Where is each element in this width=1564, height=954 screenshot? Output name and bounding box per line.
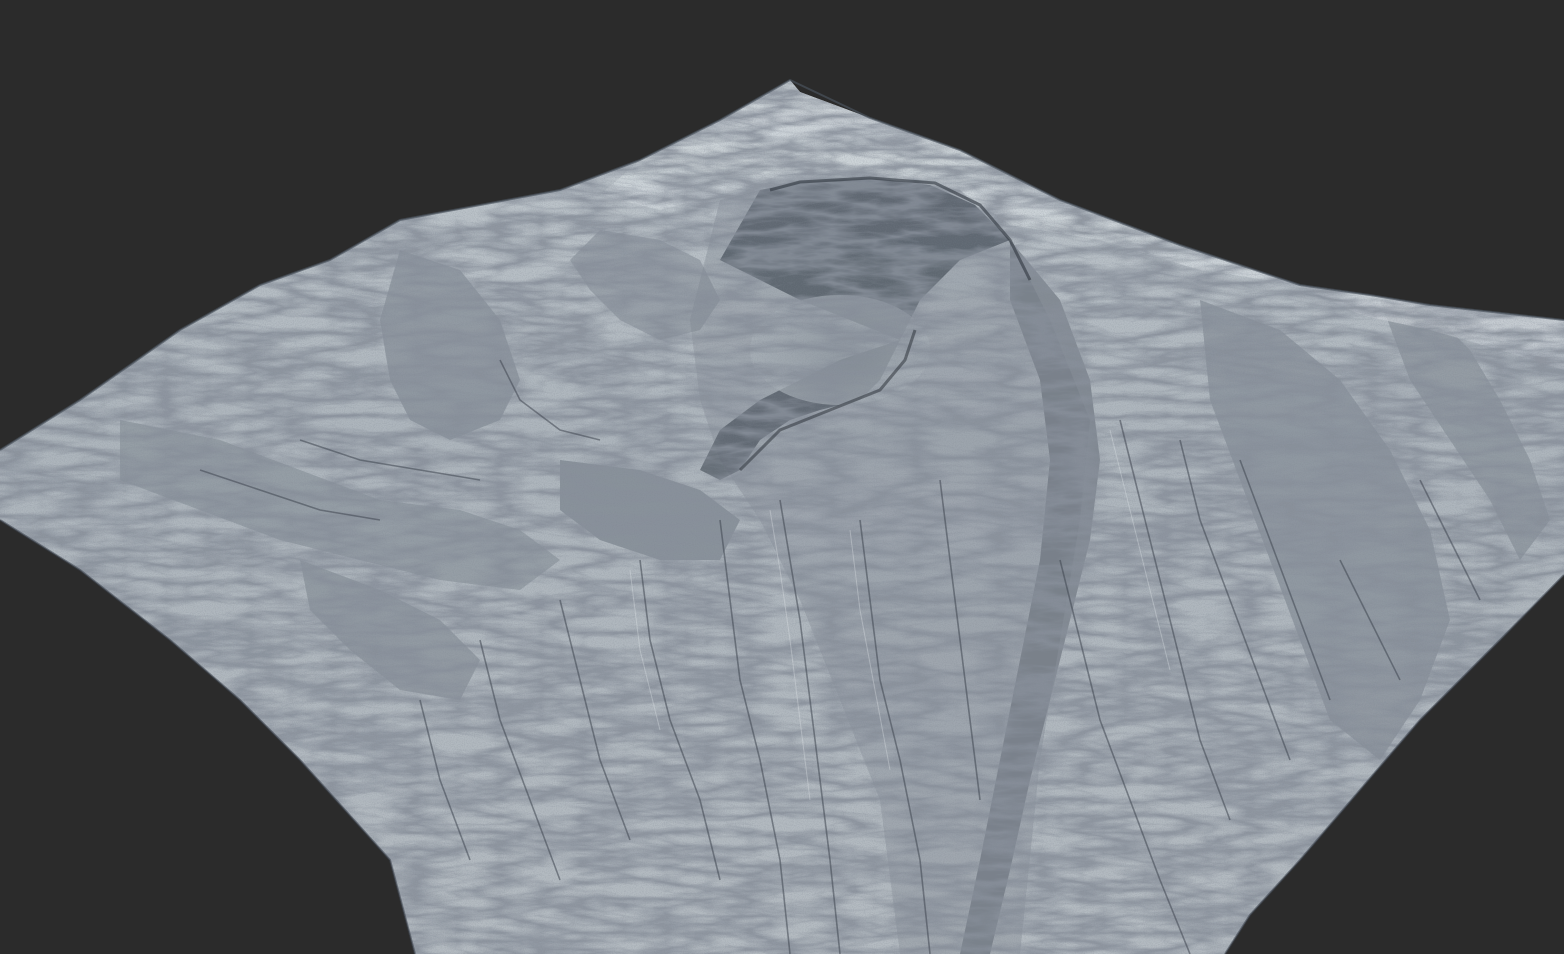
- render-viewport[interactable]: [0, 0, 1564, 954]
- terrain-surface: [0, 80, 1564, 954]
- terrain-render: [0, 78, 1564, 954]
